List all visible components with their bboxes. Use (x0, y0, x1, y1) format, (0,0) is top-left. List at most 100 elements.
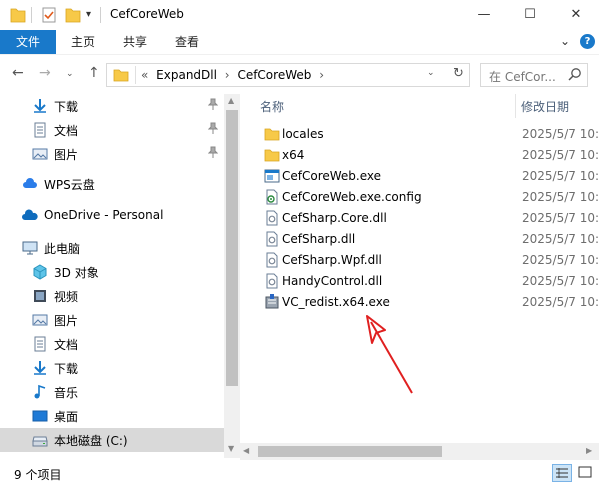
maximize-button[interactable]: ☐ (507, 0, 553, 30)
divider (31, 7, 32, 23)
search-input[interactable]: 在 CefCor... (480, 63, 588, 87)
minimize-button[interactable]: — (461, 0, 507, 30)
breadcrumb-item[interactable]: ExpandDll (156, 68, 217, 82)
properties-icon[interactable] (41, 6, 57, 24)
title-bar: ▾ CefCoreWeb — ☐ ✕ (0, 0, 599, 30)
sidebar-item[interactable]: 文档 (0, 332, 224, 356)
back-button[interactable]: ← (12, 65, 24, 81)
sidebar-item[interactable]: 视频 (0, 284, 224, 308)
sidebar-item-label: WPS云盘 (44, 178, 95, 192)
3d-objects-icon (32, 264, 48, 280)
sidebar-item-label: 新加卷 (D:) (54, 456, 116, 458)
pin-icon (207, 146, 219, 161)
details-view-button[interactable] (552, 464, 572, 482)
address-row: ← → ⌄ ↑ « ExpandDll › CefCoreWeb › ⌄ ↻ 在… (0, 54, 599, 94)
dll-icon (264, 252, 280, 268)
sidebar-item[interactable]: 本地磁盘 (C:) (0, 428, 224, 452)
recent-locations-icon[interactable]: ⌄ (66, 69, 74, 79)
address-bar[interactable]: « ExpandDll › CefCoreWeb › ⌄ ↻ (106, 63, 470, 87)
scroll-up-icon[interactable]: ▲ (228, 96, 234, 105)
table-row[interactable]: CefCoreWeb.exe 2025/5/7 10:4 (260, 166, 599, 187)
sidebar-item[interactable]: 新加卷 (D:) (0, 452, 224, 458)
navigation-pane: 下载 文档 图片 WPS云盘 OneDrive - Personal 此电脑 3D 对象 视频… (0, 94, 240, 458)
sidebar-item-label: 此电脑 (44, 242, 81, 256)
table-row[interactable]: locales 2025/5/7 10:4 (260, 124, 599, 145)
chevron-right-icon[interactable]: › (225, 68, 230, 82)
sidebar-item[interactable]: 下载 (0, 94, 224, 118)
this-pc-icon (22, 240, 38, 256)
sidebar-item[interactable]: WPS云盘 (0, 172, 224, 196)
tab-view[interactable]: 查看 (166, 30, 208, 54)
tab-home[interactable]: 主页 (62, 30, 104, 54)
table-row[interactable]: CefSharp.Wpf.dll 2025/5/7 10:4 (260, 250, 599, 271)
scroll-down-icon[interactable]: ▼ (228, 444, 234, 453)
table-row[interactable]: x64 2025/5/7 10:4 (260, 145, 599, 166)
ribbon-expand-icon[interactable]: ⌄ (560, 34, 570, 48)
sidebar-item-label: OneDrive - Personal (44, 208, 164, 222)
column-header-date-modified[interactable]: 修改日期 (521, 98, 569, 115)
sidebar-item[interactable]: 图片 (0, 308, 224, 332)
file-date: 2025/5/7 10:4 (522, 127, 599, 141)
chevron-right-icon[interactable]: › (319, 68, 324, 82)
exe-icon (264, 168, 280, 184)
vertical-scrollbar[interactable]: ▲ ▼ (224, 94, 240, 458)
horizontal-scrollbar[interactable]: ◀ ▶ (240, 443, 599, 460)
file-name: x64 (282, 148, 305, 162)
drive-icon (32, 432, 48, 448)
file-date: 2025/5/7 10:4 (522, 211, 599, 225)
sidebar-item[interactable]: 此电脑 (0, 236, 224, 260)
sidebar-item[interactable]: 桌面 (0, 404, 224, 428)
sidebar-item[interactable]: 文档 (0, 118, 224, 142)
sidebar-item[interactable]: 3D 对象 (0, 260, 224, 284)
column-header-name[interactable]: 名称 (260, 98, 284, 115)
large-icons-view-button[interactable] (576, 464, 596, 482)
address-dropdown-icon[interactable]: ⌄ (427, 68, 435, 78)
sidebar-item[interactable]: 图片 (0, 142, 224, 166)
folder-icon[interactable] (10, 6, 26, 24)
overflow-icon[interactable]: « (141, 68, 148, 82)
forward-button[interactable]: → (39, 65, 51, 81)
search-placeholder: 在 CefCor... (489, 70, 556, 84)
folder-icon (264, 147, 280, 163)
dll-icon (264, 231, 280, 247)
sidebar-item[interactable]: 下载 (0, 356, 224, 380)
table-row[interactable]: CefSharp.dll 2025/5/7 10:4 (260, 229, 599, 250)
table-row[interactable]: HandyControl.dll 2025/5/7 10:4 (260, 271, 599, 292)
sidebar-item-label: 视频 (54, 290, 79, 304)
refresh-icon[interactable]: ↻ (453, 66, 464, 81)
sort-ascending-icon: ^ (380, 94, 389, 101)
new-folder-icon[interactable] (65, 6, 81, 24)
table-row[interactable]: CefSharp.Core.dll 2025/5/7 10:4 (260, 208, 599, 229)
close-button[interactable]: ✕ (553, 0, 599, 30)
file-date: 2025/5/7 10:4 (522, 148, 599, 162)
sidebar-item-label: 图片 (54, 148, 79, 162)
divider (100, 7, 101, 23)
file-name: HandyControl.dll (282, 274, 383, 288)
file-name: CefSharp.dll (282, 232, 356, 246)
tab-share[interactable]: 共享 (114, 30, 156, 54)
installer-icon (264, 294, 280, 310)
ribbon-tabs: 文件 主页 共享 查看 ⌄ ? (0, 30, 599, 54)
scroll-left-icon[interactable]: ◀ (243, 446, 249, 455)
scrollbar-thumb[interactable] (226, 110, 238, 386)
breadcrumb-item[interactable]: CefCoreWeb (237, 68, 311, 82)
document-icon (32, 336, 48, 352)
pin-icon (207, 98, 219, 113)
column-divider[interactable] (515, 94, 516, 118)
search-icon (568, 68, 581, 81)
table-row[interactable]: CefCoreWeb.exe.config 2025/5/7 10:4 (260, 187, 599, 208)
table-row[interactable]: VC_redist.x64.exe 2025/5/7 10:4 (260, 292, 599, 313)
file-name: CefSharp.Wpf.dll (282, 253, 382, 267)
help-icon[interactable]: ? (580, 34, 595, 49)
scrollbar-thumb[interactable] (258, 446, 442, 457)
pictures-icon (32, 312, 48, 328)
tab-file[interactable]: 文件 (0, 30, 56, 54)
sidebar-item-label: 本地磁盘 (C:) (54, 434, 128, 448)
sidebar-item[interactable]: 音乐 (0, 380, 224, 404)
item-count: 9 个项目 (14, 468, 62, 482)
sidebar-item[interactable]: OneDrive - Personal (0, 204, 224, 228)
up-button[interactable]: ↑ (88, 65, 100, 81)
quick-access-dropdown-icon[interactable]: ▾ (86, 9, 91, 20)
scroll-right-icon[interactable]: ▶ (586, 446, 592, 455)
dll-icon (264, 210, 280, 226)
